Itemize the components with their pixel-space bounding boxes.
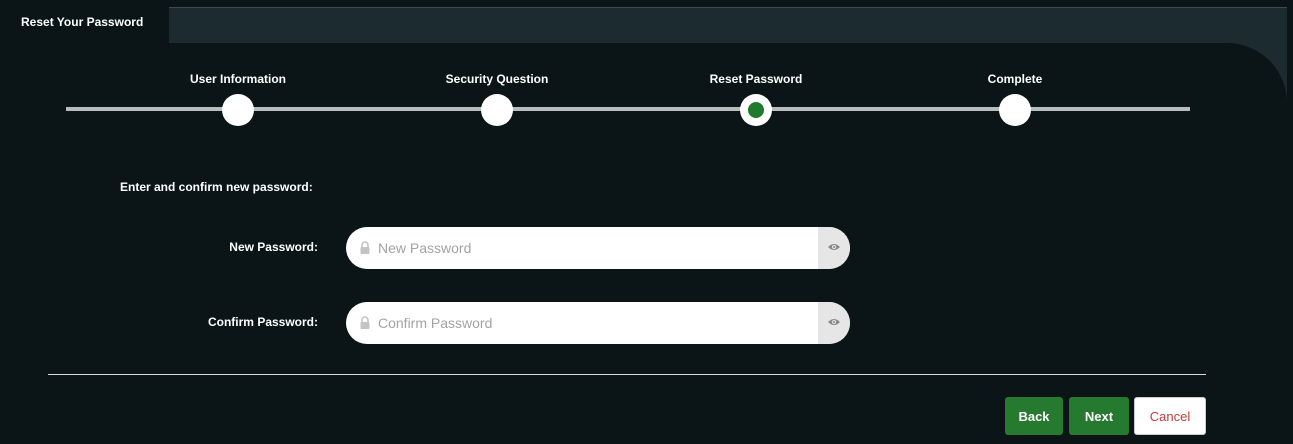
eye-icon [827, 314, 841, 332]
cancel-button[interactable]: Cancel [1134, 397, 1206, 435]
step-label-reset-password: Reset Password [709, 72, 803, 86]
eye-icon [827, 239, 841, 257]
next-button[interactable]: Next [1069, 397, 1129, 435]
toggle-new-password-visibility-button[interactable] [818, 227, 850, 269]
active-step-indicator [748, 102, 764, 118]
tab-title: Reset Your Password [21, 15, 144, 29]
back-button[interactable]: Back [1005, 397, 1063, 435]
confirm-password-input[interactable] [378, 302, 818, 344]
new-password-label: New Password: [229, 240, 318, 254]
step-node-user-information [222, 94, 254, 126]
toggle-confirm-password-visibility-button[interactable] [818, 302, 850, 344]
step-label-complete: Complete [987, 72, 1043, 86]
lock-icon [359, 315, 371, 331]
form-divider [48, 374, 1206, 375]
step-label-security-question: Security Question [445, 72, 549, 86]
new-password-input[interactable] [378, 227, 818, 269]
step-node-security-question [481, 94, 513, 126]
step-node-complete [999, 94, 1031, 126]
step-node-reset-password [740, 94, 772, 126]
form-instruction: Enter and confirm new password: [120, 180, 313, 194]
tab-reset-your-password[interactable]: Reset Your Password [7, 7, 169, 43]
lock-icon [359, 240, 371, 256]
confirm-password-field [346, 302, 850, 344]
step-label-user-information: User Information [189, 72, 286, 86]
new-password-field [346, 227, 850, 269]
confirm-password-label: Confirm Password: [207, 315, 318, 329]
